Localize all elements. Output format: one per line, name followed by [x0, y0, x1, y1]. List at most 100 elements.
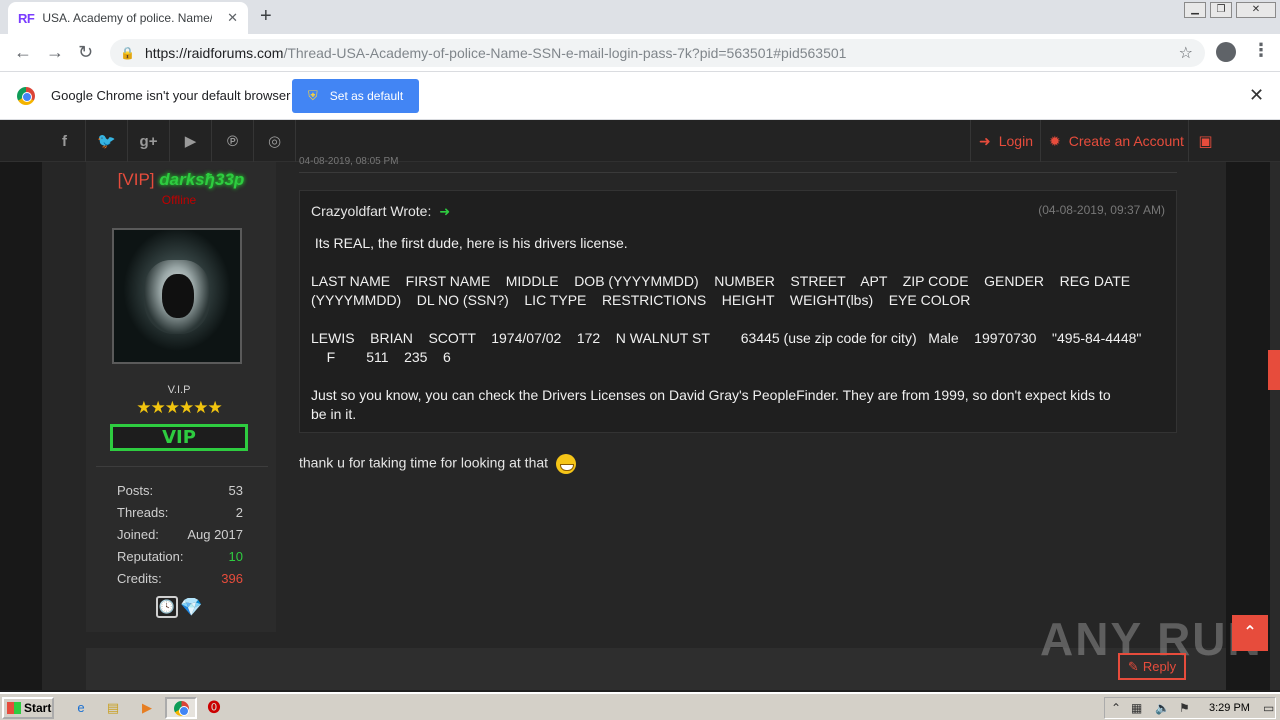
login-label: Login [998, 133, 1033, 149]
set-as-default-label: Set as default [329, 89, 404, 103]
diamond-award-icon[interactable]: 💎 [180, 596, 202, 618]
scroll-to-top-button[interactable]: ⌃ [1232, 615, 1268, 651]
media-player-icon[interactable]: ▶ [138, 699, 156, 717]
chrome-taskbar-icon [174, 701, 189, 716]
browser-tab-bar: RF USA. Academy of police. Name/SSN/ ✕ +… [0, 0, 1280, 34]
sign-in-icon: ➜ [979, 132, 991, 149]
quote-line: Just so you know, you can check the Driv… [311, 387, 1111, 403]
quote-line: (YYYYMMDD) DL NO (SSN?) LIC TYPE RESTRIC… [311, 292, 971, 308]
chrome-logo-icon [17, 87, 35, 105]
right-margin [1226, 162, 1270, 690]
grin-emoji-icon [555, 454, 576, 474]
restore-button[interactable]: ❐ [1210, 2, 1232, 18]
forward-arrow-icon[interactable]: → [46, 42, 64, 63]
login-link[interactable]: ➜ Login [970, 120, 1041, 162]
reply-button[interactable]: ✎ Reply [1118, 653, 1186, 680]
stat-label: Credits: [117, 571, 162, 586]
window-close-button[interactable]: ✕ [1236, 2, 1276, 18]
new-tab-button[interactable]: + [260, 5, 272, 28]
stat-credits: Credits: 396 [117, 571, 243, 586]
quote-date: (04-08-2019, 09:37 AM) [1038, 203, 1165, 217]
stat-value[interactable]: 2 [236, 505, 243, 520]
clock-award-icon[interactable]: 🕓 [156, 596, 178, 618]
twitter-icon[interactable]: 🐦 [86, 120, 128, 162]
stat-value[interactable]: 53 [229, 483, 243, 498]
image-icon[interactable]: ▣ [1188, 120, 1222, 162]
address-bar[interactable]: 🔒 https://raidforums.com /Thread-USA-Aca… [110, 39, 1205, 67]
stat-posts: Posts: 53 [117, 483, 243, 498]
profile-divider [96, 466, 268, 467]
rank-stars-icon: ★★★★★★ [136, 398, 222, 417]
tab-title: USA. Academy of police. Name/SSN/ [42, 11, 212, 25]
chrome-taskbar-button[interactable] [165, 697, 197, 719]
lock-icon[interactable]: 🔒 [120, 46, 135, 60]
quote-line: LAST NAME FIRST NAME MIDDLE DOB (YYYYMMD… [311, 273, 1131, 289]
raidforums-favicon-icon: RF [18, 10, 35, 26]
facebook-icon[interactable]: f [44, 120, 86, 162]
dribbble-icon[interactable]: ◎ [254, 120, 296, 162]
stat-label: Threads: [117, 505, 169, 520]
stat-label: Posts: [117, 483, 154, 498]
create-account-link[interactable]: ✹ Create an Account [1040, 120, 1192, 162]
post-body: thank u for taking time for looking at t… [299, 454, 576, 474]
quote-line: Its REAL, the first dude, here is his dr… [311, 235, 628, 251]
browser-tab[interactable]: RF USA. Academy of police. Name/SSN/ ✕ [8, 2, 248, 34]
site-top-nav: f 🐦 g+ ▶ ℗ ◎ ➜ Login ✹ Create an Account… [0, 120, 1280, 162]
post-header-divider [299, 172, 1177, 173]
avatar[interactable] [112, 228, 242, 364]
back-arrow-icon[interactable]: ← [14, 42, 32, 63]
action-center-flag-icon[interactable]: ⚑ [1179, 701, 1190, 715]
infobar-message: Google Chrome isn't your default browser [51, 88, 291, 103]
chrome-menu-icon[interactable]: ⋮ [1252, 40, 1270, 61]
browser-toolbar: ← → ↻ 🔒 https://raidforums.com /Thread-U… [0, 34, 1280, 72]
stat-reputation: Reputation: 10 [117, 549, 243, 564]
folder-icon[interactable]: ▤ [104, 699, 122, 717]
stat-value[interactable]: 10 [229, 549, 243, 564]
reload-icon[interactable]: ↻ [78, 42, 93, 63]
security-alert-icon[interactable]: ⓿ [205, 699, 223, 717]
reply-label: Reply [1142, 659, 1177, 674]
page-scrollbar-thumb[interactable] [1268, 350, 1280, 390]
stat-label: Joined: [117, 527, 159, 542]
stat-value: 396 [221, 571, 243, 586]
system-tray: ⌃ ▦ 🔈 ⚑ 3:29 PM ▭ [1104, 697, 1276, 719]
minimize-button[interactable]: ▁ [1184, 2, 1206, 18]
infobar-close-icon[interactable]: ✕ [1249, 85, 1264, 106]
volume-icon[interactable]: 🔈 [1155, 701, 1170, 715]
left-margin [0, 162, 42, 690]
post-author-panel: [VIP] darksђ33p Offline V.I.P ★★★★★★ VIP… [86, 162, 276, 632]
quote-author: Crazyoldfart Wrote: ➜ [311, 203, 450, 220]
profile-avatar-icon[interactable] [1216, 42, 1236, 62]
page-scrollbar[interactable] [1270, 162, 1280, 690]
tray-expand-icon[interactable]: ⌃ [1111, 701, 1121, 715]
internet-explorer-icon[interactable]: e [72, 699, 90, 717]
vip-badge: VIP [110, 424, 248, 451]
create-account-label: Create an Account [1068, 133, 1184, 149]
gear-icon: ✹ [1049, 132, 1061, 149]
jump-to-post-icon[interactable]: ➜ [439, 204, 450, 219]
start-button[interactable]: Start [2, 697, 54, 719]
pinterest-icon[interactable]: ℗ [212, 120, 254, 162]
post-author-name[interactable]: [VIP] darksђ33p [86, 170, 276, 190]
stat-joined: Joined: Aug 2017 [117, 527, 243, 542]
set-as-default-button[interactable]: ⛨ Set as default [292, 79, 419, 113]
default-browser-infobar: Google Chrome isn't your default browser… [0, 72, 1280, 120]
show-desktop-icon[interactable]: ▭ [1263, 701, 1274, 715]
tab-close-icon[interactable]: ✕ [227, 10, 238, 26]
quote-line: LEWIS BRIAN SCOTT 1974/07/02 172 N WALNU… [311, 330, 1142, 346]
network-icon[interactable]: ▦ [1131, 701, 1142, 715]
stat-label: Reputation: [117, 549, 184, 564]
uac-shield-icon: ⛨ [308, 88, 318, 103]
username[interactable]: darksђ33p [159, 170, 244, 189]
quote-line: be in it. [311, 406, 357, 422]
taskbar-clock[interactable]: 3:29 PM [1209, 702, 1250, 714]
reply-icon: ✎ [1127, 658, 1139, 674]
avatar-sheep-head [162, 274, 194, 318]
rank-title: V.I.P [167, 384, 191, 396]
youtube-icon[interactable]: ▶ [170, 120, 212, 162]
bookmark-star-icon[interactable]: ☆ [1179, 43, 1193, 63]
start-label: Start [24, 701, 52, 715]
quote-block: Crazyoldfart Wrote: ➜ (04-08-2019, 09:37… [299, 190, 1177, 433]
stat-threads: Threads: 2 [117, 505, 243, 520]
google-plus-icon[interactable]: g+ [128, 120, 170, 162]
